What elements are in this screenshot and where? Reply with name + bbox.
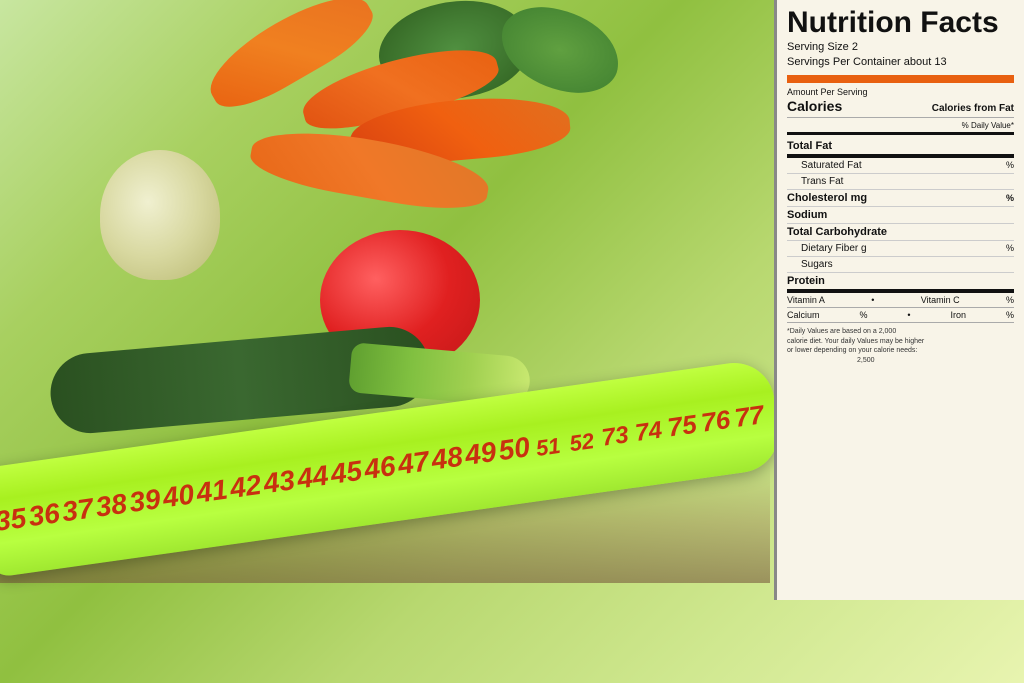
tape-number: 75 <box>663 408 701 443</box>
calcium-label: Calcium <box>787 310 820 320</box>
sugars-row: Sugars <box>787 257 1014 273</box>
sugars-label: Sugars <box>801 259 833 270</box>
dietary-fiber-row: Dietary Fiber g % <box>787 241 1014 257</box>
cholesterol-row: Cholesterol mg % <box>787 190 1014 207</box>
tape-number: 77 <box>730 399 768 434</box>
tape-number: 50 <box>495 431 533 467</box>
tape-number: 48 <box>428 440 466 476</box>
tape-number: 41 <box>193 473 231 509</box>
servings-per-value: about 13 <box>904 56 947 68</box>
tape-number: 43 <box>260 464 298 500</box>
tape-number: 76 <box>697 404 735 439</box>
tape-number: 40 <box>159 478 197 514</box>
protein-row: Protein <box>787 273 1014 293</box>
vitamin-c-label: Vitamin C <box>921 295 960 305</box>
tape-number: 47 <box>394 445 432 481</box>
servings-per-label: Servings Per Container <box>787 56 901 68</box>
vitamin-a-label: Vitamin A <box>787 295 825 305</box>
tape-number: 37 <box>59 492 97 528</box>
vitamin-c-value: % <box>1006 295 1014 305</box>
vitamin-bullet-1: • <box>871 295 874 305</box>
dietary-fiber-value: % <box>1006 243 1014 253</box>
bell-pepper <box>100 150 220 280</box>
tape-number: 42 <box>227 469 265 505</box>
tape-number: 38 <box>92 488 130 524</box>
serving-size-label: Serving Size <box>787 41 849 53</box>
tape-number: 44 <box>294 459 332 495</box>
saturated-fat-value: % <box>1006 160 1014 170</box>
tape-number: 74 <box>630 416 667 448</box>
tape-number: 52 <box>563 427 600 457</box>
sodium-row: Sodium <box>787 207 1014 224</box>
iron-bullet: • <box>907 310 910 320</box>
vitamins-row-1: Vitamin A • Vitamin C % <box>787 293 1014 308</box>
tape-number: 46 <box>361 450 399 486</box>
orange-divider-bar <box>787 75 1014 83</box>
leaf-decoration-2 <box>494 0 626 100</box>
calories-row: Calories Calories from Fat <box>787 98 1014 118</box>
nutrition-facts-panel: Nutrition Facts Serving Size 2 Servings … <box>774 0 1024 600</box>
sodium-label: Sodium <box>787 209 827 221</box>
cholesterol-label: Cholesterol mg <box>787 192 867 204</box>
tape-number: 36 <box>25 497 63 533</box>
nutrition-title: Nutrition Facts <box>787 8 1014 38</box>
tape-number: 45 <box>327 455 365 491</box>
saturated-fat-row: Saturated Fat % <box>787 158 1014 174</box>
trans-fat-row: Trans Fat <box>787 174 1014 190</box>
saturated-fat-label: Saturated Fat <box>801 160 862 171</box>
amount-per-serving: Amount Per Serving <box>787 87 1014 97</box>
total-fat-label: Total Fat <box>787 140 832 152</box>
tape-number: 73 <box>596 421 633 453</box>
dietary-fiber-label: Dietary Fiber g <box>801 243 867 254</box>
tape-number: 49 <box>462 436 500 472</box>
total-fat-row: Total Fat <box>787 138 1014 158</box>
iron-label: Iron <box>951 310 967 320</box>
calories-label: Calories <box>787 98 842 114</box>
cholesterol-value: % <box>1006 193 1014 203</box>
calories-from-fat-label: Calories from Fat <box>932 103 1014 114</box>
vitamins-row-2: Calcium % • Iron % <box>787 308 1014 323</box>
daily-value-header: % Daily Value* <box>787 121 1014 135</box>
total-carb-row: Total Carbohydrate <box>787 224 1014 241</box>
servings-per-line: Servings Per Container about 13 <box>787 55 1014 70</box>
protein-label: Protein <box>787 275 825 287</box>
serving-size-line1: Serving Size 2 <box>787 40 1014 55</box>
iron-value: % <box>1006 310 1014 320</box>
calcium-value: % <box>859 310 867 320</box>
tape-number: 51 <box>530 432 567 462</box>
tape-number: 39 <box>126 483 164 519</box>
total-carb-label: Total Carbohydrate <box>787 226 887 238</box>
serving-size-value: 2 <box>852 41 858 53</box>
vegetable-scene: 35 36 37 38 39 40 41 42 43 44 45 46 47 4… <box>0 0 770 583</box>
trans-fat-label: Trans Fat <box>801 176 843 187</box>
footnote: *Daily Values are based on a 2,000 calor… <box>787 327 1014 366</box>
